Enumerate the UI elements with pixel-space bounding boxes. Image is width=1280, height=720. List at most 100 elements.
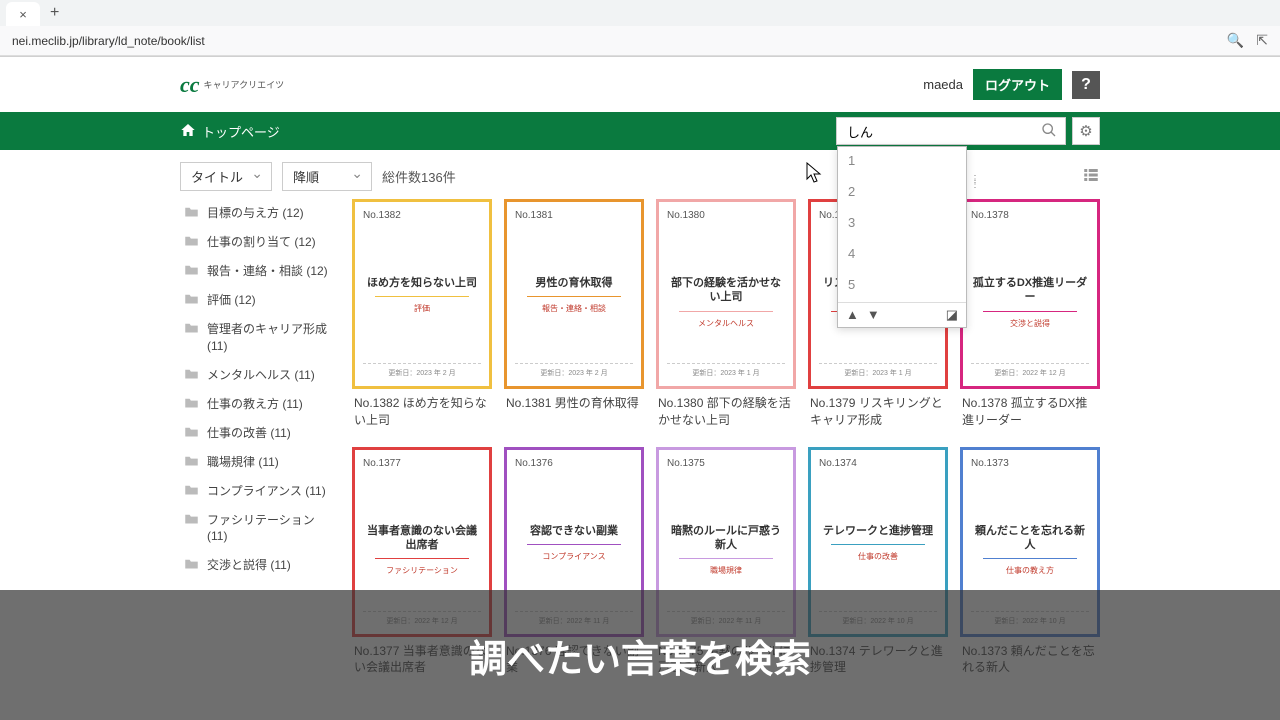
card-title: 部下の経験を活かせない上司	[667, 276, 785, 305]
sidebar-item-label: 仕事の割り当て (12)	[207, 234, 316, 251]
card-date: 更新日：2023 年 2 月	[515, 363, 633, 378]
ime-candidate[interactable]: 3し	[838, 209, 966, 240]
ime-candidate[interactable]: 4商品	[838, 240, 966, 271]
card-caption: No.1380 部下の経験を活かせない上司	[656, 389, 796, 435]
sidebar-item-label: 目標の与え方 (12)	[207, 205, 304, 222]
ime-candidate[interactable]: 5システム	[838, 271, 966, 302]
card-number: No.1380	[667, 210, 785, 221]
site-header: cc キャリアクリエイツ maeda ログアウト ?	[0, 57, 1280, 112]
ime-expand-icon[interactable]: ◪	[946, 307, 958, 323]
sidebar-item-label: 管理者のキャリア形成 (11)	[207, 321, 336, 355]
card-number: No.1375	[667, 458, 785, 469]
search-input[interactable]	[841, 121, 1037, 142]
ime-text: し	[865, 215, 878, 234]
ime-more-icon: ⋮⋮	[970, 177, 980, 187]
sidebar-item[interactable]: 仕事の改善 (11)	[180, 419, 340, 448]
sidebar-item[interactable]: 報告・連絡・相談 (12)	[180, 257, 340, 286]
ime-num: 4	[848, 246, 855, 265]
card[interactable]: No.1382ほめ方を知らない上司評価更新日：2023 年 2 月No.1382…	[352, 199, 492, 435]
sidebar-item[interactable]: 職場規律 (11)	[180, 448, 340, 477]
card-number: No.1382	[363, 210, 481, 221]
card-title: 容認できない副業	[515, 524, 633, 538]
ime-text: 新人	[865, 153, 891, 172]
card-category: コンプライアンス	[515, 551, 633, 562]
zoom-icon[interactable]: 🔍	[1227, 32, 1244, 49]
share-icon[interactable]: ⇱	[1256, 32, 1268, 49]
gear-button[interactable]: ⚙	[1072, 117, 1100, 145]
help-button[interactable]: ?	[1072, 71, 1100, 99]
card-caption: No.1382 ほめ方を知らない上司	[352, 389, 492, 435]
folder-icon	[184, 425, 199, 442]
sort-order-select[interactable]: 降順	[282, 162, 372, 191]
sidebar-item-label: 交渉と説得 (11)	[207, 557, 291, 574]
card-date: 更新日：2023 年 1 月	[819, 363, 937, 378]
sidebar-item-label: 評価 (12)	[207, 292, 256, 309]
logo-text: キャリアクリエイツ	[204, 78, 285, 91]
sidebar-item-label: 仕事の教え方 (11)	[207, 396, 303, 413]
list-view-icon[interactable]	[1082, 166, 1100, 187]
ime-num: 2	[848, 184, 855, 203]
card-number: No.1381	[515, 210, 633, 221]
card-number: No.1378	[971, 210, 1089, 221]
ime-up-icon[interactable]: ▲	[846, 307, 859, 323]
close-icon[interactable]: ×	[18, 9, 28, 19]
sidebar-item[interactable]: 仕事の割り当て (12)	[180, 228, 340, 257]
card-number: No.1373	[971, 458, 1089, 469]
ime-text: 知らない	[865, 184, 917, 203]
sidebar-item[interactable]: コンプライアンス (11)	[180, 477, 340, 506]
view-toggle	[1082, 166, 1100, 187]
sidebar-item[interactable]: メンタルヘルス (11)	[180, 361, 340, 390]
folder-icon	[184, 557, 199, 574]
card-title: テレワークと進捗管理	[819, 524, 937, 538]
cursor-icon	[806, 162, 824, 189]
ime-candidate[interactable]: 1新人	[838, 147, 966, 178]
gear-icon: ⚙	[1079, 122, 1092, 140]
logout-button[interactable]: ログアウト	[973, 69, 1062, 100]
sort-field-select[interactable]: タイトル	[180, 162, 272, 191]
folder-icon	[184, 367, 199, 384]
sidebar-item[interactable]: 評価 (12)	[180, 286, 340, 315]
card-cover: No.1381男性の育休取得報告・連絡・相談更新日：2023 年 2 月	[504, 199, 644, 389]
card-date: 更新日：2022 年 12 月	[971, 363, 1089, 378]
card[interactable]: No.1378孤立するDX推進リーダー交渉と説得更新日：2022 年 12 月N…	[960, 199, 1100, 435]
sidebar-item-label: メンタルヘルス (11)	[207, 367, 315, 384]
card-category: 評価	[363, 303, 481, 314]
card-category: 交渉と説得	[971, 318, 1089, 329]
sidebar-item-label: 仕事の改善 (11)	[207, 425, 291, 442]
sidebar-item[interactable]: 管理者のキャリア形成 (11)	[180, 315, 340, 361]
folder-icon	[184, 321, 199, 338]
card[interactable]: No.1380部下の経験を活かせない上司メンタルヘルス更新日：2023 年 1 …	[656, 199, 796, 435]
search-icon[interactable]	[1037, 122, 1061, 141]
logo[interactable]: cc キャリアクリエイツ	[180, 72, 284, 98]
card-number: No.1377	[363, 458, 481, 469]
caption-overlay: 調べたい言葉を検索	[0, 590, 1280, 720]
card-cover: No.1380部下の経験を活かせない上司メンタルヘルス更新日：2023 年 1 …	[656, 199, 796, 389]
card-number: No.1376	[515, 458, 633, 469]
card-date: 更新日：2023 年 1 月	[667, 363, 785, 378]
folder-icon	[184, 396, 199, 413]
caption-text: 調べたい言葉を検索	[469, 628, 811, 683]
sidebar-item[interactable]: ファシリテーション (11)	[180, 506, 340, 552]
ime-controls: ▲ ▼ ◪	[838, 302, 966, 327]
card-category: 仕事の教え方	[971, 565, 1089, 576]
card-date: 更新日：2023 年 2 月	[363, 363, 481, 378]
browser-tab[interactable]: ×	[6, 2, 40, 26]
ime-candidates: 1新人2知らない3し4商品5システム ▲ ▼ ◪ ⋮⋮	[837, 146, 967, 328]
ime-down-icon[interactable]: ▼	[867, 307, 880, 323]
ime-candidate[interactable]: 2 知らない	[838, 178, 966, 209]
nav-home[interactable]: トップページ	[180, 122, 280, 141]
sidebar-item-label: 職場規律 (11)	[207, 454, 279, 471]
folder-icon	[184, 263, 199, 280]
card-caption: No.1381 男性の育休取得	[504, 389, 644, 418]
browser-chrome: × + nei.meclib.jp/library/ld_note/book/l…	[0, 0, 1280, 57]
sidebar-item[interactable]: 仕事の教え方 (11)	[180, 390, 340, 419]
new-tab-button[interactable]: +	[40, 0, 69, 26]
sidebar-item[interactable]: 交渉と説得 (11)	[180, 551, 340, 580]
url-text[interactable]: nei.meclib.jp/library/ld_note/book/list	[12, 34, 205, 48]
folder-icon	[184, 234, 199, 251]
folder-icon	[184, 483, 199, 500]
card-title: 孤立するDX推進リーダー	[971, 276, 1089, 305]
card[interactable]: No.1381男性の育休取得報告・連絡・相談更新日：2023 年 2 月No.1…	[504, 199, 644, 435]
search-box: 1新人2知らない3し4商品5システム ▲ ▼ ◪ ⋮⋮	[836, 117, 1066, 145]
sidebar-item[interactable]: 目標の与え方 (12)	[180, 199, 340, 228]
